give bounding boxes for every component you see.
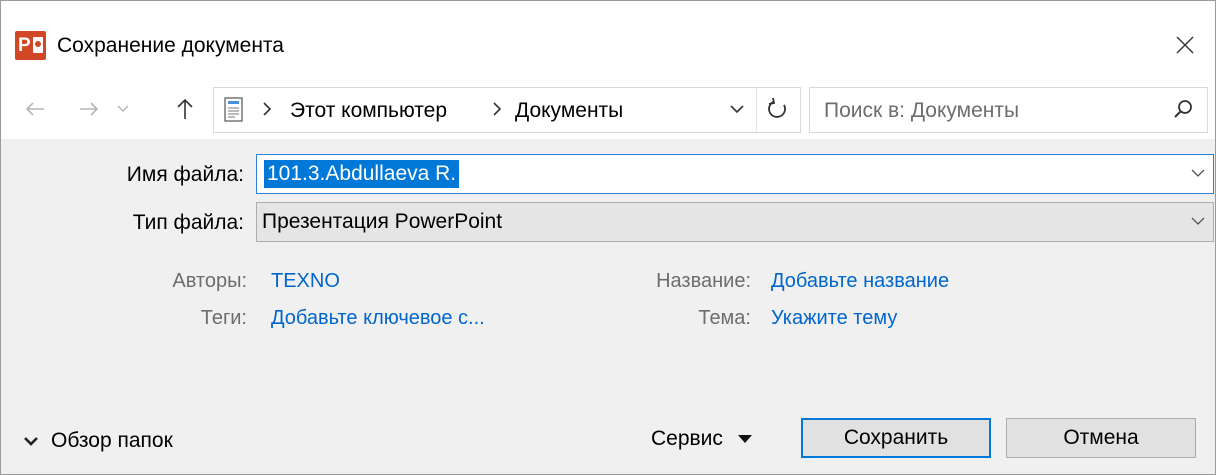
arrow-up-icon — [177, 98, 193, 119]
dialog-body: Имя файла: 101.3.Abdullaeva R. Тип файла… — [1, 139, 1215, 474]
title-value[interactable]: Добавьте название — [771, 269, 949, 293]
filetype-select[interactable]: Презентация PowerPoint — [256, 202, 1214, 242]
title-label: Название: — [656, 270, 751, 292]
chevron-down-icon — [24, 437, 38, 446]
navigation-bar: Этот компьютер Документы Поиск в: Докуме… — [1, 81, 1215, 139]
browse-folders-toggle[interactable]: Обзор папок — [23, 426, 173, 456]
breadcrumb-separator-icon — [263, 102, 272, 116]
arrow-right-icon — [80, 102, 99, 116]
refresh-icon[interactable] — [766, 97, 790, 121]
address-bar[interactable]: Этот компьютер Документы — [213, 87, 801, 133]
caret-down-icon — [737, 435, 752, 443]
filetype-label: Тип файла: — [132, 211, 244, 234]
filename-value[interactable]: 101.3.Abdullaeva R. — [264, 160, 460, 188]
arrow-left-icon — [25, 102, 44, 116]
authors-value[interactable]: TEXNO — [271, 269, 340, 293]
breadcrumb-separator-icon — [493, 102, 502, 116]
filename-field[interactable]: 101.3.Abdullaeva R. — [256, 154, 1214, 194]
authors-label: Авторы: — [172, 270, 247, 292]
tools-label: Сервис — [651, 427, 723, 450]
browse-folders-label: Обзор папок — [51, 429, 173, 452]
address-divider — [756, 88, 757, 132]
recent-locations-button[interactable] — [111, 93, 135, 125]
up-button[interactable] — [169, 93, 201, 125]
subject-value[interactable]: Укажите тему — [771, 306, 897, 330]
close-button[interactable] — [1161, 21, 1209, 69]
breadcrumb-documents[interactable]: Документы — [515, 99, 623, 123]
chevron-down-icon[interactable] — [1191, 168, 1205, 178]
dialog-title: Сохранение документа — [57, 34, 284, 57]
search-input[interactable]: Поиск в: Документы — [824, 99, 1019, 123]
breadcrumb-this-pc[interactable]: Этот компьютер — [290, 99, 447, 123]
tags-label: Теги: — [200, 307, 247, 329]
address-dropdown-icon[interactable] — [729, 101, 745, 117]
filetype-value: Презентация PowerPoint — [262, 210, 503, 233]
powerpoint-icon: P — [15, 31, 46, 60]
search-box[interactable]: Поиск в: Документы — [809, 87, 1208, 133]
filename-label: Имя файла: — [126, 163, 244, 186]
tags-value[interactable]: Добавьте ключевое с... — [271, 306, 485, 330]
chevron-down-icon[interactable] — [1191, 216, 1205, 226]
title-bar: P Сохранение документа — [1, 1, 1215, 81]
cancel-button[interactable]: Отмена — [1006, 418, 1196, 458]
save-button[interactable]: Сохранить — [801, 418, 991, 458]
back-button[interactable] — [19, 93, 51, 125]
documents-folder-icon — [224, 97, 243, 122]
search-icon[interactable] — [1173, 98, 1195, 120]
save-dialog: P Сохранение документа Этот компьютер До… — [0, 0, 1216, 475]
chevron-down-icon — [117, 105, 129, 112]
forward-button[interactable] — [73, 93, 105, 125]
subject-label: Тема: — [698, 307, 751, 329]
tools-dropdown[interactable]: Сервис — [651, 423, 753, 455]
close-icon — [1176, 36, 1194, 54]
